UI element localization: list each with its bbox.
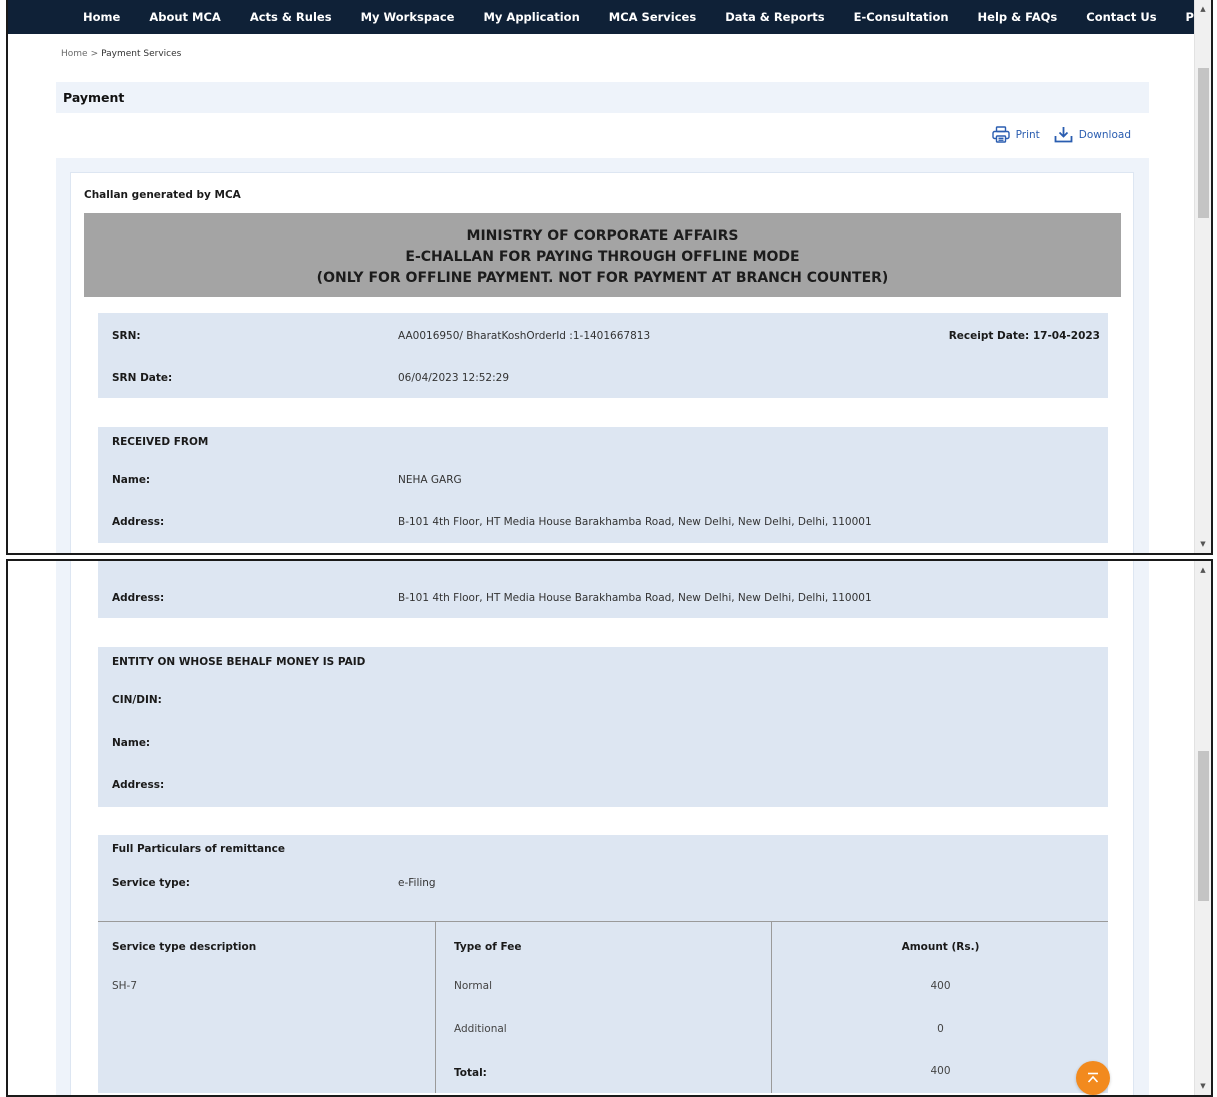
entity-cin-label: CIN/DIN:: [112, 694, 162, 706]
entity-name-label: Name:: [112, 737, 151, 749]
scrollbar-thumb[interactable]: [1198, 751, 1209, 901]
download-button[interactable]: Download: [1054, 126, 1131, 143]
challan-card-continued: Address: B-101 4th Floor, HT Media House…: [70, 561, 1134, 1095]
challan-caption: Challan generated by MCA: [84, 189, 241, 201]
entity-heading: ENTITY ON WHOSE BEHALF MONEY IS PAID: [112, 656, 366, 668]
nav-item-e-consultation[interactable]: E-Consultation: [854, 10, 949, 24]
fee-header-amount: Amount (Rs.): [901, 941, 980, 953]
page-title: Payment: [63, 90, 125, 105]
remittance-heading: Full Particulars of remittance: [112, 843, 285, 855]
nav-item-contact-us[interactable]: Contact Us: [1086, 10, 1156, 24]
fee-table: Service type description SH-7 Type of Fe…: [98, 921, 1108, 1093]
srn-block: SRN: AA0016950/ BharatKoshOrderId :1-140…: [98, 313, 1108, 398]
received-from-heading: RECEIVED FROM: [112, 436, 209, 448]
receipt-date: Receipt Date: 17-04-2023: [948, 330, 1100, 342]
print-label: Print: [1015, 128, 1040, 141]
main-navigation: Home About MCA Acts & Rules My Workspace…: [8, 0, 1211, 34]
page-title-bar: Payment: [56, 82, 1149, 113]
entity-address-label: Address:: [112, 779, 165, 791]
fee-amount-normal: 400: [930, 980, 951, 992]
challan-panel-continued: Address: B-101 4th Floor, HT Media House…: [56, 561, 1149, 1095]
scroll-down-arrow-icon[interactable]: ▼: [1195, 538, 1211, 550]
received-from-block: RECEIVED FROM Name: NEHA GARG Address: B…: [98, 427, 1108, 543]
challan-panel: Challan generated by MCA MINISTRY OF COR…: [56, 158, 1149, 553]
received-address-value-repeat: B-101 4th Floor, HT Media House Barakham…: [398, 592, 872, 604]
fee-description-value: SH-7: [112, 980, 138, 992]
arrow-up-icon: [1087, 1072, 1099, 1083]
fee-header-type: Type of Fee: [454, 941, 522, 953]
scrollbar-thumb[interactable]: [1198, 68, 1209, 218]
toolbar: Print Download: [978, 126, 1131, 143]
nav-item-my-application[interactable]: My Application: [483, 10, 579, 24]
printer-icon: [991, 126, 1010, 143]
received-name-value: NEHA GARG: [398, 474, 462, 486]
received-address-label: Address:: [112, 516, 165, 528]
challan-header-line2: E-CHALLAN FOR PAYING THROUGH OFFLINE MOD…: [405, 249, 800, 265]
download-icon: [1054, 127, 1073, 143]
back-to-top-button[interactable]: [1076, 1061, 1110, 1095]
breadcrumb-separator: >: [90, 49, 99, 59]
service-type-value: e-Filing: [398, 877, 436, 889]
page-scrollbar-top[interactable]: ▲ ▼: [1194, 0, 1211, 553]
browser-viewport-bottom: Address: B-101 4th Floor, HT Media House…: [6, 559, 1213, 1097]
challan-header-line1: MINISTRY OF CORPORATE AFFAIRS: [466, 228, 739, 244]
fee-amount-additional: 0: [937, 1023, 944, 1035]
received-address-value: B-101 4th Floor, HT Media House Barakham…: [398, 516, 872, 528]
nav-item-help-faqs[interactable]: Help & FAQs: [978, 10, 1058, 24]
breadcrumb: Home > Payment Services: [61, 49, 181, 59]
fee-type-additional: Additional: [454, 1023, 507, 1035]
remittance-block: Full Particulars of remittance Service t…: [98, 835, 1108, 921]
scroll-up-arrow-icon[interactable]: ▲: [1195, 3, 1211, 15]
service-type-label: Service type:: [112, 877, 191, 889]
breadcrumb-home-link[interactable]: Home: [61, 49, 88, 59]
srn-label: SRN:: [112, 330, 141, 342]
srn-date-value: 06/04/2023 12:52:29: [398, 372, 510, 384]
fee-header-description: Service type description: [112, 941, 257, 953]
srn-value: AA0016950/ BharatKoshOrderId :1-14016678…: [398, 330, 651, 342]
fee-type-normal: Normal: [454, 980, 492, 992]
received-name-label: Name:: [112, 474, 151, 486]
entity-block: ENTITY ON WHOSE BEHALF MONEY IS PAID CIN…: [98, 647, 1108, 807]
nav-item-my-workspace[interactable]: My Workspace: [361, 10, 455, 24]
srn-date-label: SRN Date:: [112, 372, 173, 384]
challan-header-line3: (ONLY FOR OFFLINE PAYMENT. NOT FOR PAYME…: [316, 270, 889, 286]
fee-total-label: Total:: [454, 1067, 487, 1079]
received-address-label-repeat: Address:: [112, 592, 165, 604]
challan-header: MINISTRY OF CORPORATE AFFAIRS E-CHALLAN …: [84, 213, 1121, 297]
received-from-block-continued: Address: B-101 4th Floor, HT Media House…: [98, 561, 1108, 618]
fee-type-column: Type of Fee Normal Additional Total:: [435, 922, 771, 1093]
scroll-down-arrow-icon[interactable]: ▼: [1195, 1080, 1211, 1092]
challan-card: Challan generated by MCA MINISTRY OF COR…: [70, 172, 1134, 553]
page-scrollbar-bottom[interactable]: ▲ ▼: [1194, 561, 1211, 1095]
nav-item-acts-rules[interactable]: Acts & Rules: [250, 10, 332, 24]
fee-amount-total: 400: [930, 1065, 951, 1077]
nav-item-data-reports[interactable]: Data & Reports: [725, 10, 824, 24]
nav-item-home[interactable]: Home: [83, 10, 120, 24]
fee-amount-column: Amount (Rs.) 400 0 400: [771, 922, 1108, 1093]
download-label: Download: [1078, 128, 1131, 141]
nav-item-about-mca[interactable]: About MCA: [149, 10, 221, 24]
browser-viewport-top: Home About MCA Acts & Rules My Workspace…: [6, 0, 1213, 555]
nav-item-mca-services[interactable]: MCA Services: [609, 10, 696, 24]
print-button[interactable]: Print: [991, 126, 1040, 143]
scroll-up-arrow-icon[interactable]: ▲: [1195, 564, 1211, 576]
breadcrumb-current: Payment Services: [101, 49, 182, 59]
